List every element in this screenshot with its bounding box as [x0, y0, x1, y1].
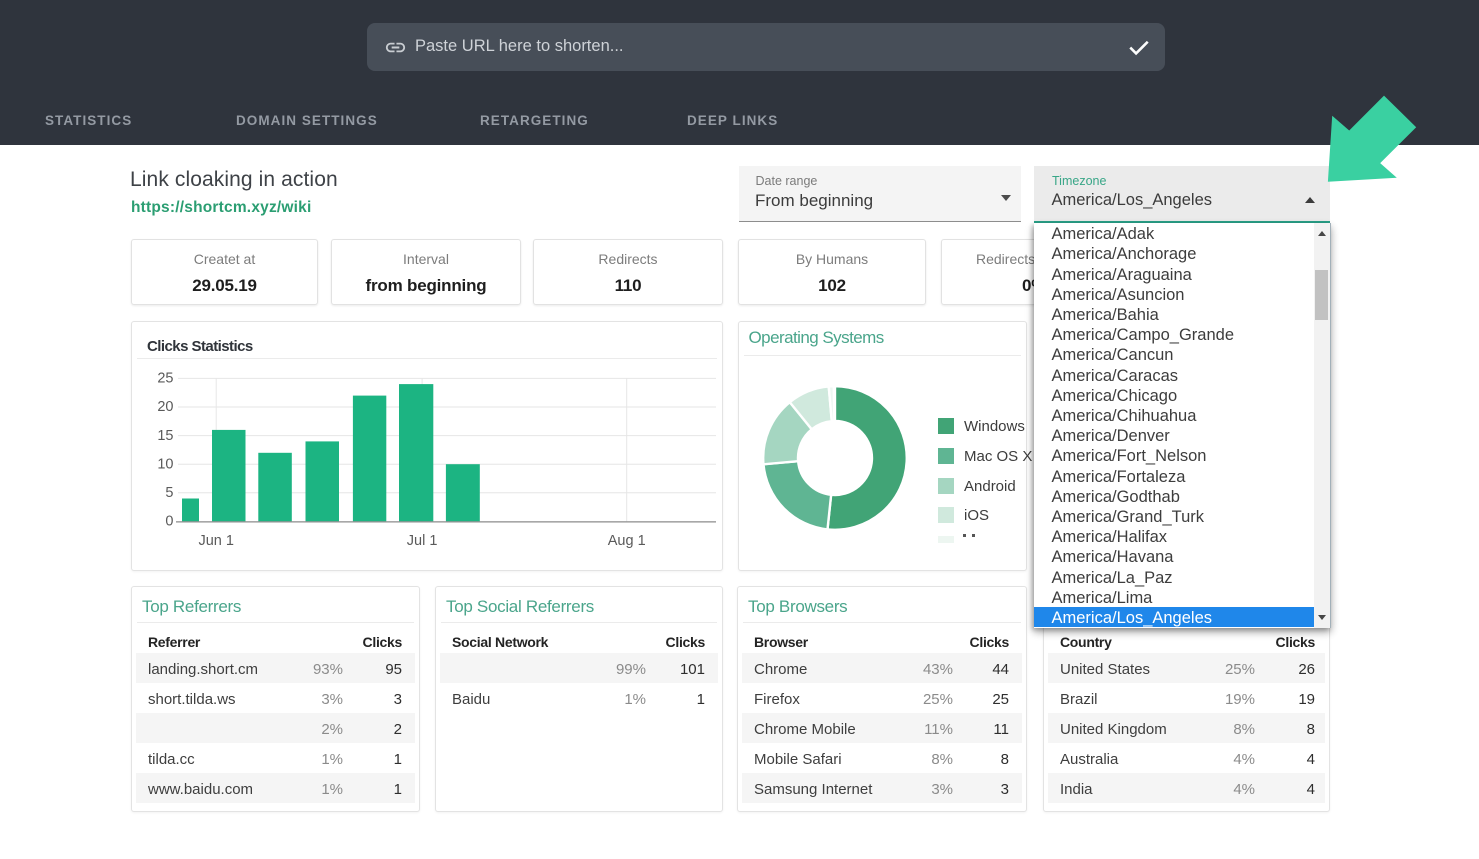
svg-text:Jul 1: Jul 1 — [407, 533, 438, 549]
svg-text:Jun 1: Jun 1 — [198, 533, 233, 549]
svg-text:5: 5 — [165, 485, 173, 501]
svg-text:10: 10 — [157, 456, 173, 472]
svg-text:25: 25 — [157, 371, 173, 387]
svg-text:Aug 1: Aug 1 — [608, 533, 646, 549]
svg-text:20: 20 — [157, 399, 173, 415]
svg-text:15: 15 — [157, 428, 173, 444]
svg-text:0: 0 — [165, 514, 173, 530]
